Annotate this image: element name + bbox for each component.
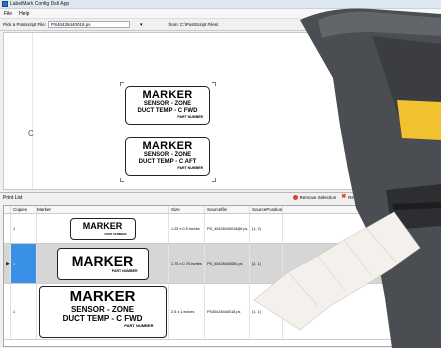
sourcefile-cell: PS_40428440018@f.ps [205,214,250,243]
column-source-position[interactable]: SourcePosition [250,206,283,213]
column-copies[interactable]: Copies [11,206,37,213]
remove-selection-icon [292,195,298,200]
print-list-header: Print List Remove Selection ✖ Remove All [0,193,441,203]
column-size[interactable]: Size [169,206,205,213]
zoom-out-icon[interactable] [330,21,338,28]
copies-cell[interactable]: 1 [11,214,37,243]
copies-cell[interactable]: 1 [11,284,37,339]
marker-title: MARKER [71,252,134,269]
marker-part-number: PART NUMBER [104,231,127,236]
zoom-controls: 100% Add to Print List [308,21,380,28]
size-cell: 1.75 x 0.75 inches [169,244,205,283]
table-row[interactable]: 1 MARKER SENSOR - ZONE DUCT TEMP - C FWD… [4,284,440,340]
margin-line [32,33,33,189]
preview-label-1[interactable]: MARKER SENSOR - ZONE DUCT TEMP - C FWD P… [125,86,210,125]
crop-mark [212,178,216,182]
label-title: MARKER [142,140,193,152]
grid-header: Copies Marker Size Sourcefile SourcePosi… [4,206,440,214]
column-sourcefile[interactable]: Sourcefile [205,206,250,213]
marker-thumbnail: MARKER SENSOR - ZONE DUCT TEMP - C FWD P… [38,285,167,338]
label-line-2: DUCT TEMP - C FWD [137,108,198,114]
menu-bar: File Help [0,9,441,19]
cursor-marker: C [28,129,34,138]
toolbar: Pick a Postscript File: PS40428440018.ps… [0,19,441,31]
column-marker[interactable]: Marker [37,206,169,213]
pick-file-label: Pick a Postscript File: [3,22,47,27]
marker-part-number: PART NUMBER [111,268,138,273]
crop-mark [212,82,216,86]
remove-all-button[interactable]: Remove All [348,195,371,200]
crop-mark [120,178,124,182]
table-row[interactable]: ▶ 1 MARKER PART NUMBER 1.75 x 0.75 inche… [4,244,440,284]
crop-mark [120,82,124,86]
size-cell: 1.25 x 0.5 inches [169,214,205,243]
marker-title: MARKER [82,220,123,231]
print-list-grid: Copies Marker Size Sourcefile SourcePosi… [3,205,441,347]
marker-cell: MARKER PART NUMBER [37,244,169,283]
marker-line-2: DUCT TEMP - C FWD [62,313,143,323]
app-icon [2,1,8,7]
marker-title: MARKER [69,287,136,305]
label-line-1: SENSOR - ZONE [143,101,192,107]
preview-label-2[interactable]: MARKER SENSOR - ZONE DUCT TEMP - C AFT P… [125,137,210,176]
marker-line-1: SENSOR - ZONE [70,304,135,314]
label-part-number: PART NUMBER [177,115,203,119]
remove-selection-button[interactable]: Remove Selection [300,195,337,200]
label-line-2: DUCT TEMP - C AFT [138,159,197,165]
copies-cell[interactable]: 1 [11,244,37,283]
remove-all-icon: ✖ [341,194,347,200]
print-list-panel: Print List Remove Selection ✖ Remove All… [0,192,441,348]
marker-thumbnail: MARKER PART NUMBER [69,217,136,240]
menu-file[interactable]: File [4,11,12,17]
position-cell: (2, 1) [250,244,283,283]
marker-part-number: PART NUMBER [124,322,154,328]
label-line-1: SENSOR - ZONE [143,152,192,158]
menu-help[interactable]: Help [19,11,29,17]
label-title: MARKER [142,89,193,101]
chevron-down-icon[interactable]: ▾ [140,22,143,28]
window-title: LabelMark Config Dstl App [10,1,70,7]
row-indicator: ▶ [4,244,11,283]
table-row[interactable]: 1 MARKER PART NUMBER 1.25 x 0.5 inches P… [4,214,440,244]
zoom-level: 100% [308,22,320,27]
position-cell: (1, 2) [250,214,283,243]
add-icon[interactable] [340,21,347,28]
label-preview: C MARKER SENSOR - ZONE DUCT TEMP - C FWD… [3,32,441,190]
marker-cell: MARKER SENSOR - ZONE DUCT TEMP - C FWD P… [37,284,169,339]
print-list-actions: Remove Selection ✖ Remove All [292,194,371,200]
file-select[interactable]: PS40428440018.ps [48,21,131,28]
row-indicator [4,284,11,339]
label-part-number: PART NUMBER [177,166,203,170]
marker-thumbnail: MARKER PART NUMBER [56,247,149,280]
size-cell: 2.5 x 1 inches [169,284,205,339]
sourcefile-cell: PS40428440018.ps [205,284,250,339]
row-indicator-header [4,206,11,213]
from-path-label: from: C:\PostScript Files\ [168,22,219,27]
add-to-print-list-button[interactable]: Add to Print List [349,22,381,27]
title-bar: LabelMark Config Dstl App [0,0,441,9]
print-list-title: Print List [3,195,23,201]
current-row-arrow-icon: ▶ [6,260,10,267]
marker-cell: MARKER PART NUMBER [37,214,169,243]
sourcefile-cell: PS_40428440050.ps [205,244,250,283]
zoom-in-icon[interactable] [321,21,329,28]
file-select-value: PS40428440018.ps [51,22,91,27]
row-indicator [4,214,11,243]
position-cell: (1, 1) [250,284,283,339]
